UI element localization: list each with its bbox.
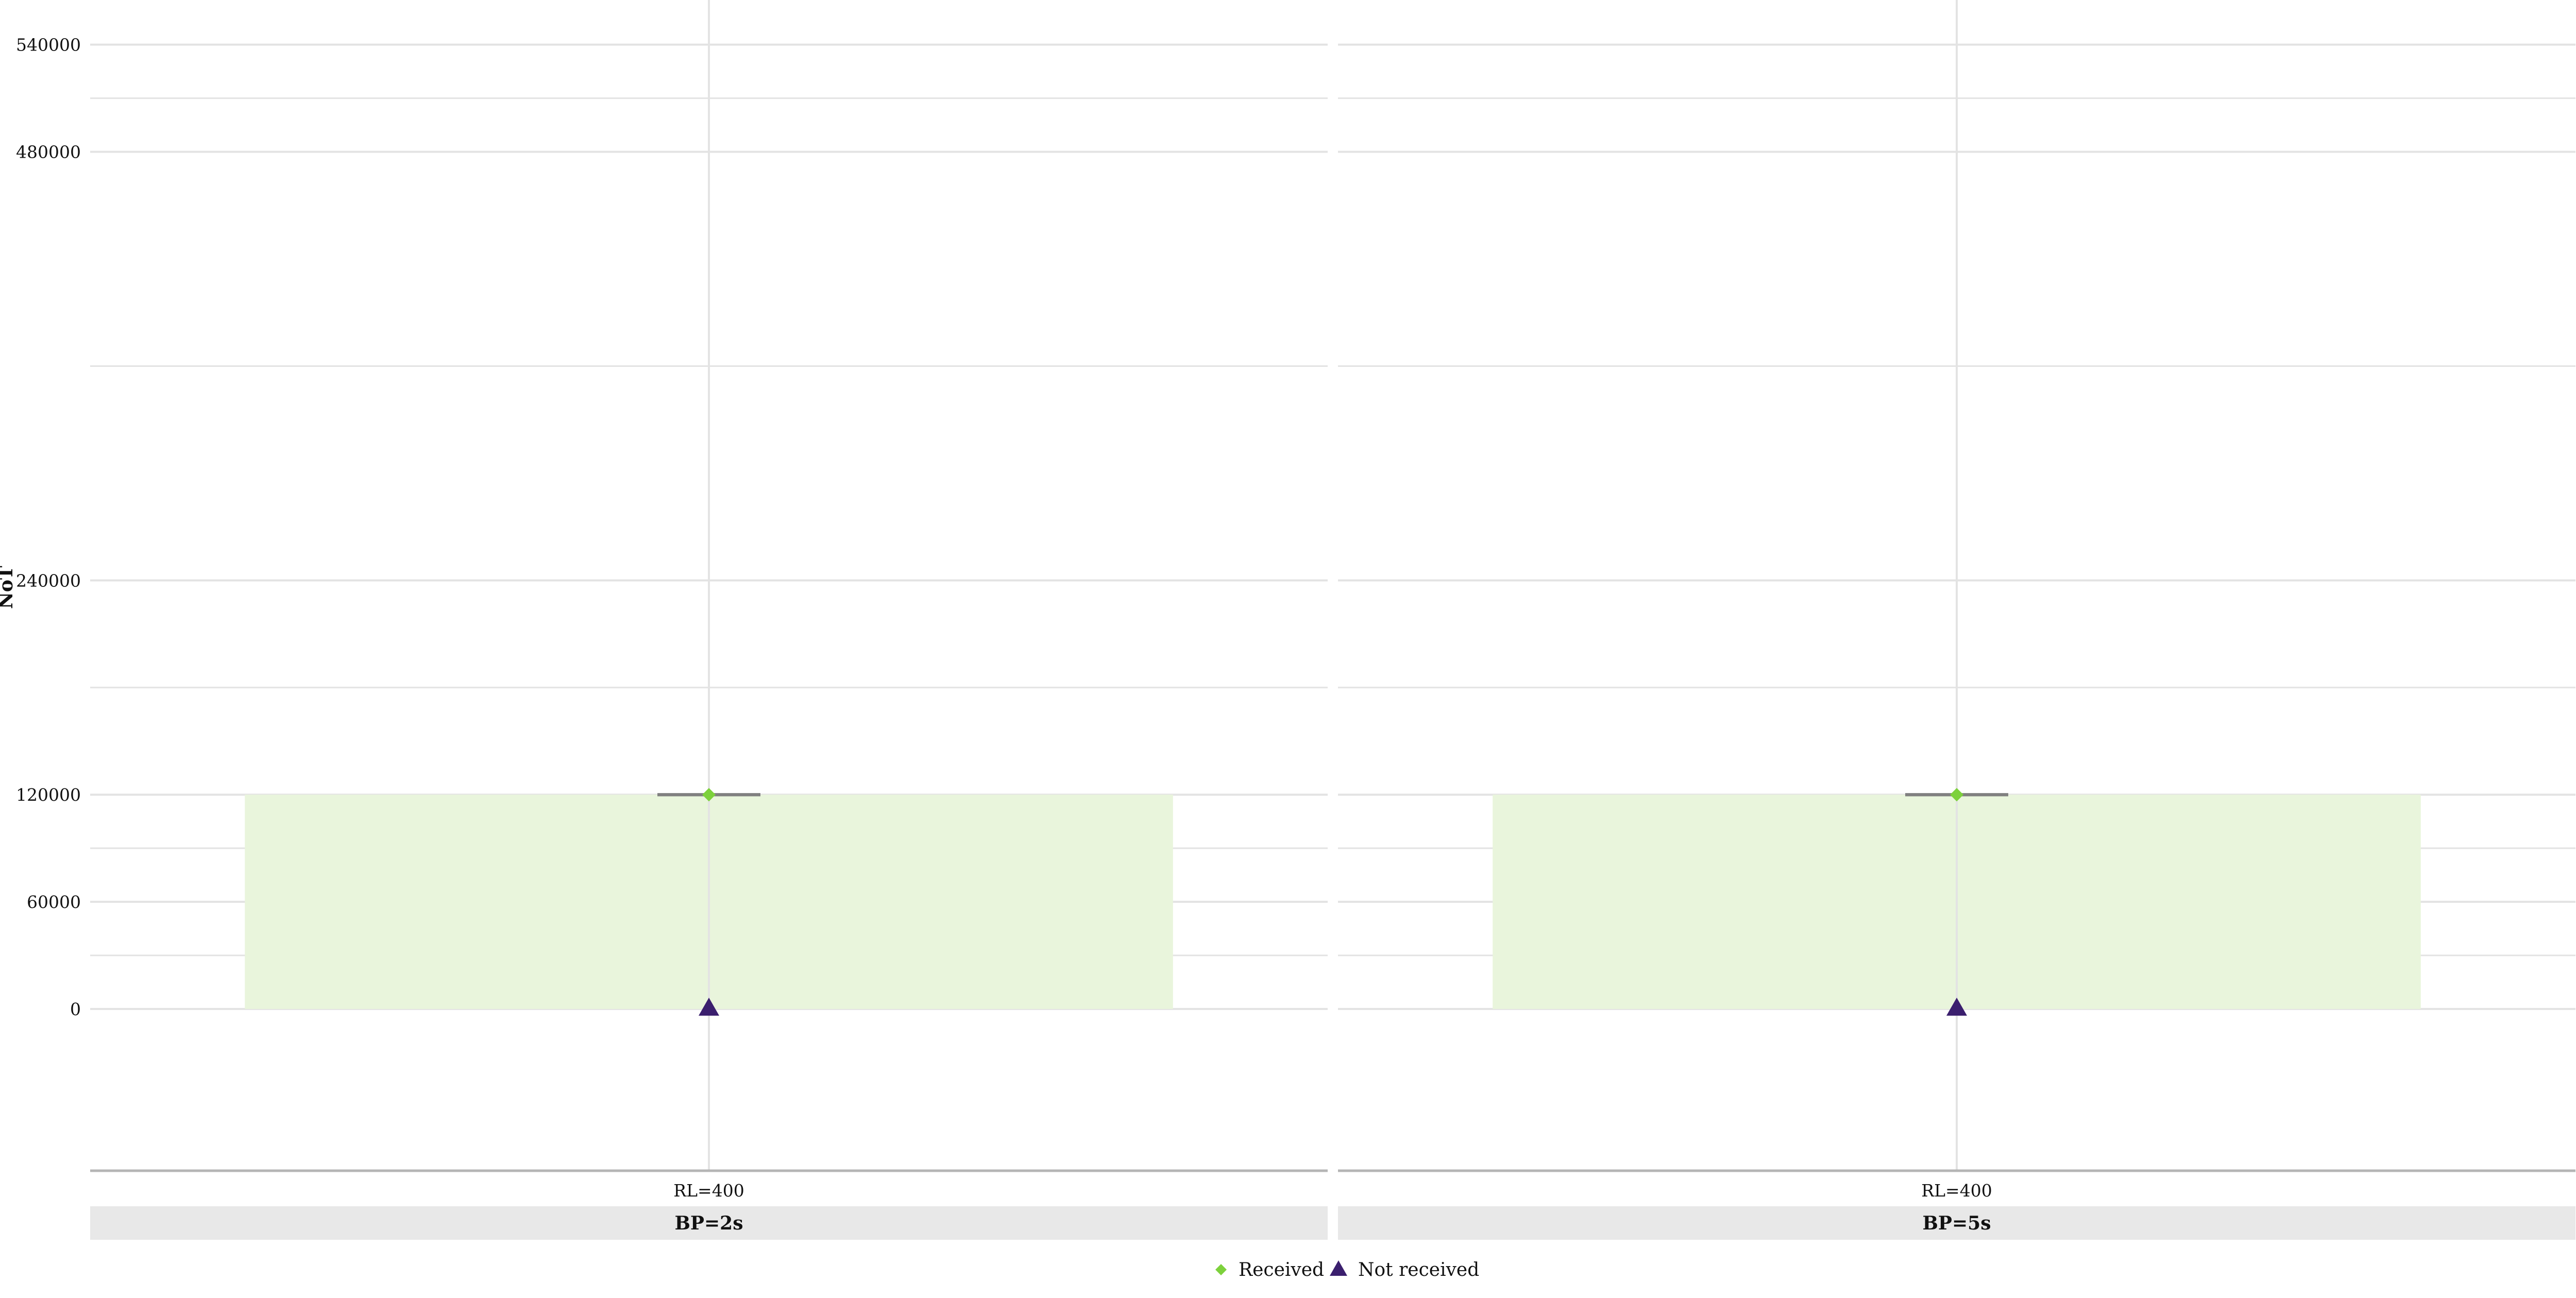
facet-strip-label: BP=5s — [1923, 1212, 1991, 1234]
y-tick-label: 540000 — [16, 35, 81, 55]
facet-panels: RL=400 BP=2s RL=400 BP=5s — [90, 0, 2575, 1240]
y-tick-label: 60000 — [27, 892, 81, 912]
legend-label-received: Received — [1239, 1259, 1324, 1280]
y-tick-label: 240000 — [16, 570, 81, 591]
legend-key-received — [1215, 1264, 1227, 1275]
x-tick-label: RL=400 — [673, 1181, 744, 1201]
y-tick-label: 120000 — [16, 785, 81, 805]
legend: Received Not received — [1215, 1259, 1479, 1280]
y-tick-label: 0 — [70, 999, 81, 1019]
x-tick-label: RL=400 — [1921, 1181, 1992, 1201]
facet-strip-label: BP=2s — [675, 1212, 743, 1234]
facet-panel: RL=400 BP=2s — [90, 0, 1328, 1240]
legend-key-not-received — [1330, 1260, 1347, 1276]
y-axis-ticks: 0 60000 120000 240000 480000 540000 — [16, 35, 81, 1019]
y-tick-label: 480000 — [16, 142, 81, 162]
legend-label-not-received: Not received — [1358, 1259, 1479, 1280]
facet-panel: RL=400 BP=5s — [1338, 0, 2575, 1240]
y-axis-title: NoT — [0, 566, 17, 609]
faceted-bar-chart: NoT 0 60000 120000 240000 480000 540000 RL=40… — [0, 0, 2575, 1280]
